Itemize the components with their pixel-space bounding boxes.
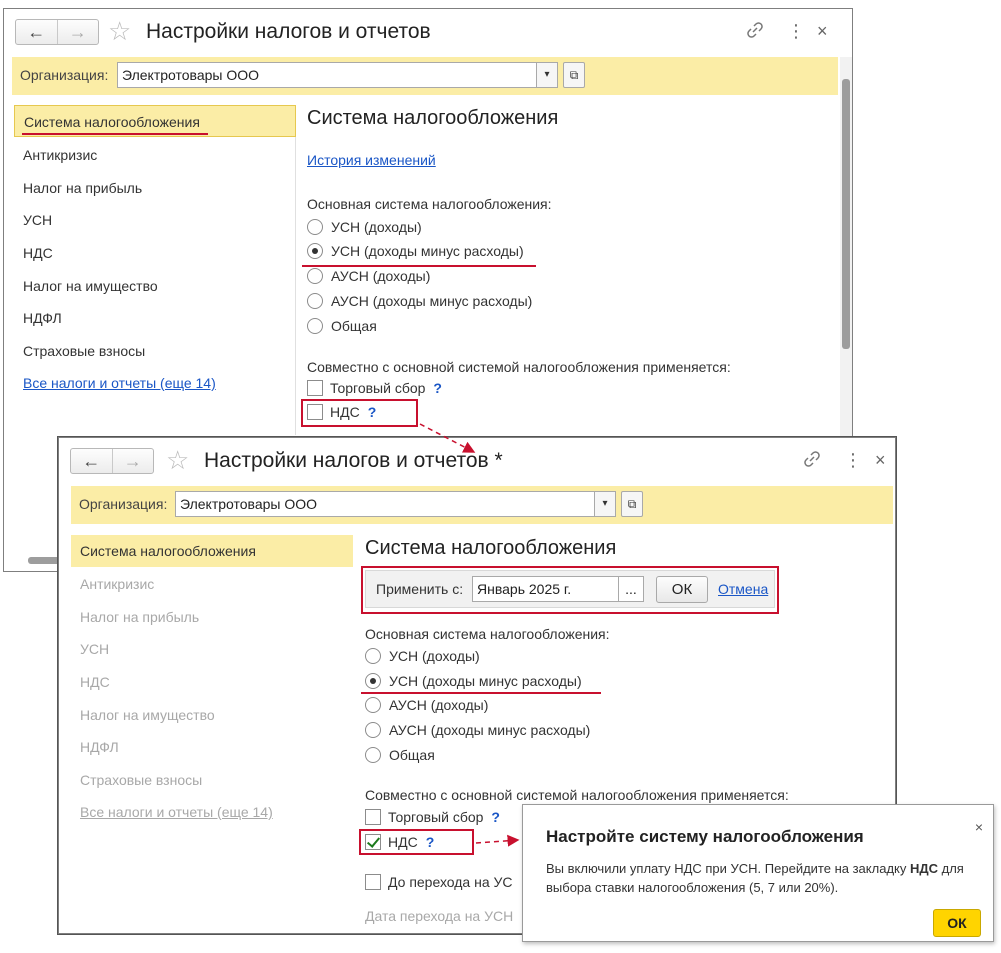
chevron-down-icon[interactable]: ▾ [536,62,558,88]
checkbox-before-usn[interactable]: До перехода на УС [365,874,513,890]
checkbox-box [307,380,323,396]
main-system-label: Основная система налогообложения: [307,196,552,212]
window-title: Настройки налогов и отчетов * [204,449,503,472]
radio-circle [307,318,323,334]
sidebar: Система налогообложения Антикризис Налог… [71,535,353,835]
radio-circle-selected [365,673,381,689]
sidebar: Система налогообложения Антикризис Налог… [14,105,296,435]
help-icon[interactable]: ? [491,809,500,825]
organization-input[interactable]: Электротовары ООО [175,491,595,517]
radio-usn-income-minus-expenses[interactable]: УСН (доходы минус расходы) [307,243,524,259]
sidebar-item-anticrisis[interactable]: Антикризис [71,568,154,600]
radio-circle [365,648,381,664]
combined-system-label: Совместно с основной системой налогообло… [365,787,789,803]
annotation-box [361,566,779,614]
combined-system-label: Совместно с основной системой налогообло… [307,359,731,375]
organization-bar: Организация: Электротовары ООО ▾ ⧉ [12,57,838,95]
radio-circle [365,722,381,738]
radio-usn-income-minus-expenses[interactable]: УСН (доходы минус расходы) [365,673,582,689]
all-taxes-link[interactable]: Все налоги и отчеты (еще 14) [71,796,273,828]
forward-icon[interactable]: → [111,449,154,473]
checkbox-box [365,809,381,825]
sidebar-item-vat[interactable]: НДС [14,237,53,269]
radio-general[interactable]: Общая [365,747,435,763]
organization-label: Организация: [79,496,168,512]
back-icon[interactable]: ← [16,20,57,44]
organization-bar: Организация: Электротовары ООО ▾ ⧉ [71,486,893,524]
close-icon[interactable]: × [975,819,983,835]
main-system-label: Основная система налогообложения: [365,626,610,642]
more-menu-icon[interactable]: ⋮ [787,21,805,41]
radio-circle-selected [307,243,323,259]
sidebar-item-profit-tax[interactable]: Налог на прибыль [14,172,142,204]
chevron-down-icon[interactable]: ▾ [594,491,616,517]
sidebar-item-property-tax[interactable]: Налог на имущество [71,699,215,731]
checkbox-box [365,874,381,890]
sidebar-item-ndfl[interactable]: НДФЛ [71,731,119,763]
notification-popup: Настройте систему налогообложения × Вы в… [522,804,994,942]
titlebar: ← → ☆ Настройки налогов и отчетов ⋮ × [4,9,852,57]
sidebar-item-tax-system[interactable]: Система налогообложения [71,535,353,567]
section-title: Система налогообложения [307,107,559,129]
annotation-underline [302,265,536,267]
radio-usn-income[interactable]: УСН (доходы) [365,648,480,664]
back-icon[interactable]: ← [71,449,112,473]
all-taxes-link[interactable]: Все налоги и отчеты (еще 14) [14,367,216,399]
organization-input[interactable]: Электротовары ООО [117,62,537,88]
titlebar: ← → ☆ Настройки налогов и отчетов * ⋮ × [59,438,895,486]
sidebar-item-anticrisis[interactable]: Антикризис [14,139,97,171]
sidebar-item-vat[interactable]: НДС [71,666,110,698]
radio-circle [365,747,381,763]
forward-icon[interactable]: → [56,20,99,44]
window-title: Настройки налогов и отчетов [146,20,431,43]
nav-buttons: ← → [15,19,99,45]
sidebar-item-property-tax[interactable]: Налог на имущество [14,270,158,302]
radio-circle [307,268,323,284]
sidebar-item-profit-tax[interactable]: Налог на прибыль [71,601,199,633]
annotation-underline [361,692,601,694]
sidebar-item-usn[interactable]: УСН [71,633,109,665]
annotation-underline [22,133,208,135]
checkbox-trade-fee[interactable]: Торговый сбор? [365,809,500,825]
close-icon[interactable]: × [875,450,886,470]
radio-ausn-income[interactable]: АУСН (доходы) [365,697,488,713]
section-title: Система налогообложения [365,537,617,559]
favorite-star-icon[interactable]: ☆ [166,447,189,473]
checkbox-trade-fee[interactable]: Торговый сбор? [307,380,442,396]
close-icon[interactable]: × [817,21,828,41]
sidebar-item-ndfl[interactable]: НДФЛ [14,302,62,334]
sidebar-item-insurance[interactable]: Страховые взносы [71,764,202,796]
more-menu-icon[interactable]: ⋮ [844,450,862,470]
popup-message: Вы включили уплату НДС при УСН. Перейдит… [546,861,964,895]
radio-circle [307,293,323,309]
radio-general[interactable]: Общая [307,318,377,334]
annotation-box [359,829,474,855]
radio-ausn-income-minus-expenses[interactable]: АУСН (доходы минус расходы) [365,722,590,738]
organization-label: Организация: [20,67,109,83]
popup-ok-button[interactable]: ОК [933,909,981,937]
annotation-box [301,399,418,427]
open-icon[interactable]: ⧉ [621,491,643,517]
vertical-scrollbar[interactable] [840,57,852,437]
radio-circle [307,219,323,235]
popup-title: Настройте систему налогообложения [546,827,864,846]
transition-date-label: Дата перехода на УСН [365,908,514,924]
link-icon[interactable] [803,450,821,472]
help-icon[interactable]: ? [433,380,442,396]
radio-ausn-income[interactable]: АУСН (доходы) [307,268,430,284]
favorite-star-icon[interactable]: ☆ [108,18,131,44]
history-link[interactable]: История изменений [307,152,436,168]
open-icon[interactable]: ⧉ [563,62,585,88]
scrollbar-thumb[interactable] [842,79,850,349]
radio-usn-income[interactable]: УСН (доходы) [307,219,422,235]
radio-circle [365,697,381,713]
nav-buttons: ← → [70,448,154,474]
sidebar-item-usn[interactable]: УСН [14,204,52,236]
link-icon[interactable] [746,21,764,43]
radio-ausn-income-minus-expenses[interactable]: АУСН (доходы минус расходы) [307,293,532,309]
sidebar-item-insurance[interactable]: Страховые взносы [14,335,145,367]
